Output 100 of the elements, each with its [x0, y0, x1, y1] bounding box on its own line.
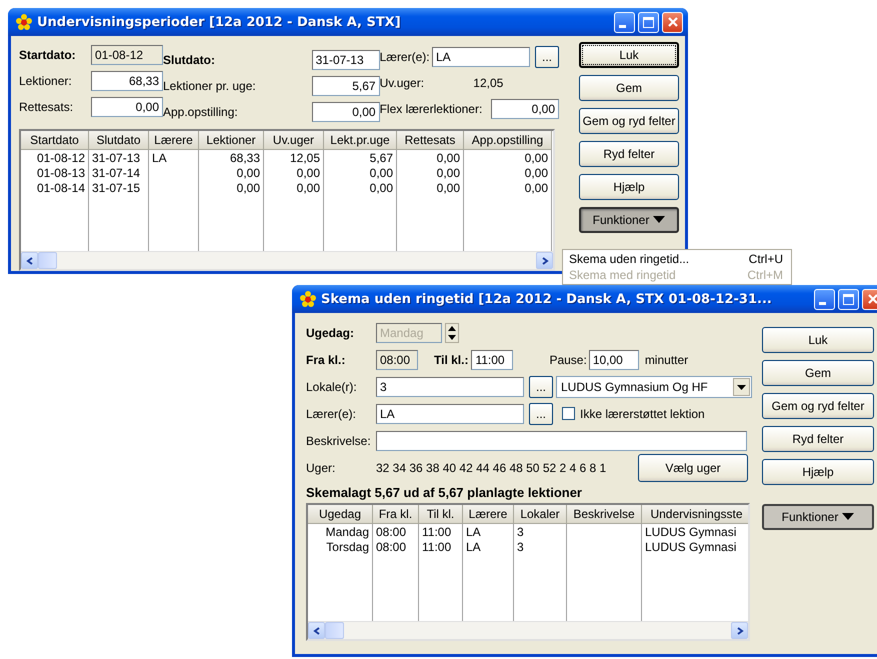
text-field[interactable]: 0,00: [91, 97, 163, 117]
field-label: Startdato:: [19, 48, 77, 62]
scroll-left-button[interactable]: [21, 252, 38, 269]
column-header[interactable]: Beskrivelse: [567, 505, 642, 524]
action-button[interactable]: Gem: [579, 75, 679, 101]
table-cell-text: LA: [466, 525, 482, 540]
chevron-right-icon: [736, 626, 744, 634]
text-field[interactable]: 68,33: [91, 71, 163, 91]
window-title: Undervisningsperioder [12a 2012 - Dansk A, STX]: [37, 14, 402, 30]
column-header[interactable]: Lærere: [463, 505, 514, 524]
description-field[interactable]: [376, 430, 747, 450]
action-button[interactable]: Gem og ryd felter: [762, 393, 874, 419]
close-button[interactable]: [862, 288, 877, 310]
action-button[interactable]: Hjælp: [579, 174, 679, 200]
field-value: 12,05: [473, 76, 504, 90]
table-cell-text: Mandag: [324, 525, 369, 540]
action-button[interactable]: Hjælp: [762, 459, 874, 485]
column-header[interactable]: Lokaler: [514, 505, 567, 524]
field-label: Uv.uger:: [380, 76, 426, 90]
column-header[interactable]: Til kl.: [419, 505, 463, 524]
scroll-thumb[interactable]: [325, 622, 344, 639]
column-header[interactable]: Lekt.pr.uge: [324, 131, 397, 150]
close-icon: [866, 293, 877, 305]
text-field[interactable]: 5,67: [312, 76, 380, 96]
table-cell-text: 0,00: [368, 166, 393, 181]
table-cell-text: 0,00: [296, 166, 320, 181]
weeks-value: 32 34 36 38 40 42 44 46 48 50 52 2 4 6 8 1: [376, 460, 608, 474]
table-cell-text: Torsdag: [325, 540, 369, 555]
browse-button[interactable]: ...: [529, 376, 553, 398]
flower-icon: [300, 291, 316, 307]
scroll-right-button[interactable]: [536, 252, 553, 269]
column-header[interactable]: Slutdato: [89, 131, 149, 150]
action-button[interactable]: Luk: [762, 327, 874, 353]
minimize-button[interactable]: [614, 12, 635, 32]
action-button[interactable]: Luk: [579, 42, 679, 68]
table-cell-text: 3: [517, 540, 525, 555]
column-header[interactable]: Lærere: [149, 131, 199, 150]
table-cell-text: 0,00: [524, 181, 548, 196]
checkbox[interactable]: [562, 407, 575, 420]
table-cell-text: 01-08-13: [36, 166, 85, 181]
close-icon: [666, 16, 678, 28]
scroll-right-button[interactable]: [731, 622, 748, 639]
table-cell-text: 3: [517, 525, 525, 540]
column-header[interactable]: App.opstilling: [464, 131, 552, 150]
scroll-left-button[interactable]: [308, 622, 325, 639]
text-field[interactable]: LA: [432, 46, 530, 66]
browse-button[interactable]: ...: [529, 402, 553, 424]
maximize-button[interactable]: [838, 288, 859, 310]
column-header[interactable]: Uv.uger: [264, 131, 324, 150]
table-cell-text: 01-08-14: [36, 181, 85, 196]
maximize-button[interactable]: [638, 12, 659, 32]
table-cell-text: 08:00: [376, 525, 408, 540]
action-button[interactable]: Gem: [762, 360, 874, 386]
column-header[interactable]: Undervisningsste: [642, 505, 748, 524]
column-header[interactable]: Ugedag: [308, 505, 373, 524]
table-cell-text: 11:00: [422, 540, 452, 555]
table-cell-text: 68,33: [228, 151, 260, 166]
field-label: Uger:: [306, 460, 336, 474]
table-cell-text: 0,00: [436, 181, 460, 196]
field-label: Lektioner pr. uge:: [163, 78, 257, 92]
table-cell-text: 0,00: [368, 181, 393, 196]
close-button[interactable]: [662, 12, 683, 32]
minimize-button[interactable]: [814, 288, 835, 310]
text-field[interactable]: 0,00: [491, 98, 559, 118]
field-label: Lektioner:: [19, 74, 73, 88]
shortcut-label: Ctrl+M: [746, 268, 783, 282]
text-field[interactable]: 31-07-13: [312, 50, 380, 70]
time-field[interactable]: 11:00: [471, 350, 514, 370]
column-header[interactable]: Fra kl.: [373, 505, 419, 524]
pause-field[interactable]: 10,00: [588, 350, 639, 370]
checkbox-label: Ikke lærerstøttet lektion: [580, 406, 705, 420]
chevron-left-icon: [26, 256, 34, 264]
table-cell-text: 0,00: [524, 151, 548, 166]
column-header[interactable]: Startdato: [21, 131, 89, 150]
choose-weeks-button[interactable]: Vælg uger: [638, 454, 748, 482]
text-field[interactable]: 0,00: [312, 102, 380, 122]
table-cell-text: 01-08-12: [36, 151, 85, 166]
browse-button[interactable]: ...: [535, 46, 559, 68]
field-label: Pause:: [549, 352, 587, 366]
text-field[interactable]: LA: [376, 404, 524, 424]
menu-item[interactable]: Skema uden ringetid... Ctrl+U: [563, 251, 791, 267]
summary-heading: Skemalagt 5,67 ud af 5,67 planlagte lektioner: [306, 485, 583, 500]
time-field[interactable]: 08:00: [376, 350, 418, 370]
action-button[interactable]: Ryd felter: [579, 141, 679, 167]
action-button[interactable]: Ryd felter: [762, 426, 874, 452]
column-header[interactable]: Lektioner: [199, 131, 264, 150]
field-label: Beskrivelse:: [306, 434, 372, 448]
location-dropdown[interactable]: LUDUS Gymnasium Og HF: [556, 376, 752, 398]
text-field[interactable]: 3: [376, 376, 524, 396]
chevron-right-icon: [540, 256, 548, 264]
scroll-thumb[interactable]: [38, 252, 57, 269]
table-cell-text: LA: [152, 151, 168, 166]
shortcut-label: Ctrl+U: [748, 252, 783, 266]
field-label: Slutdato:: [163, 52, 216, 66]
action-button[interactable]: Funktioner: [579, 207, 679, 233]
field-label: Rettesats:: [19, 100, 74, 114]
action-button[interactable]: Funktioner: [762, 504, 874, 530]
column-header[interactable]: Rettesats: [397, 131, 464, 150]
action-button[interactable]: Gem og ryd felter: [579, 108, 679, 134]
text-field[interactable]: 01-08-12: [91, 45, 163, 65]
